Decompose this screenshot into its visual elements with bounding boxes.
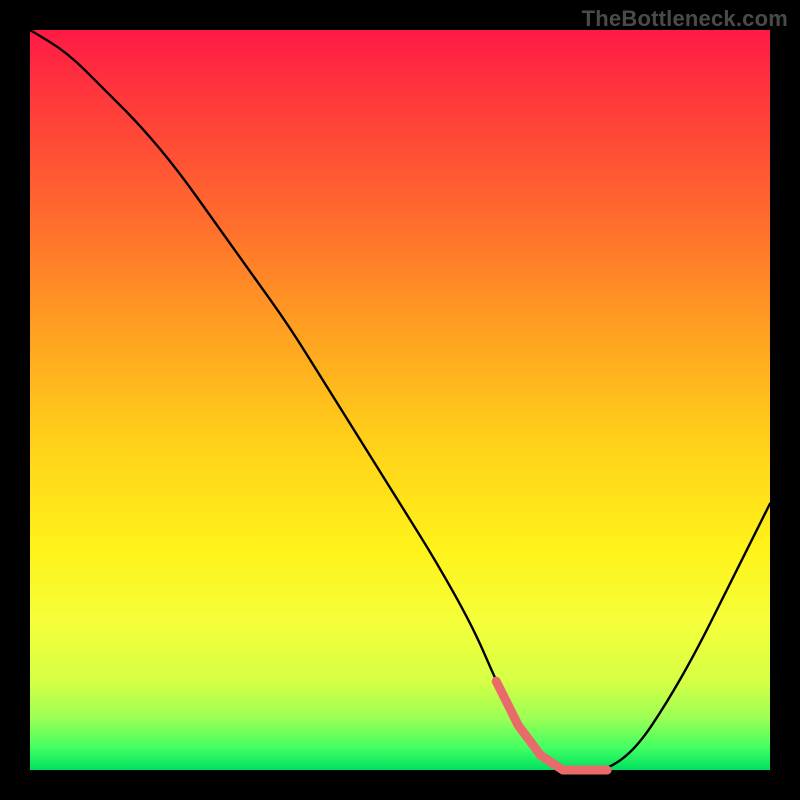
plot-area [30, 30, 770, 770]
watermark-text: TheBottleneck.com [582, 6, 788, 32]
chart-frame: TheBottleneck.com [0, 0, 800, 800]
bottleneck-curve-path [30, 30, 770, 770]
valley-highlight-path [496, 681, 607, 770]
curve-svg [30, 30, 770, 770]
